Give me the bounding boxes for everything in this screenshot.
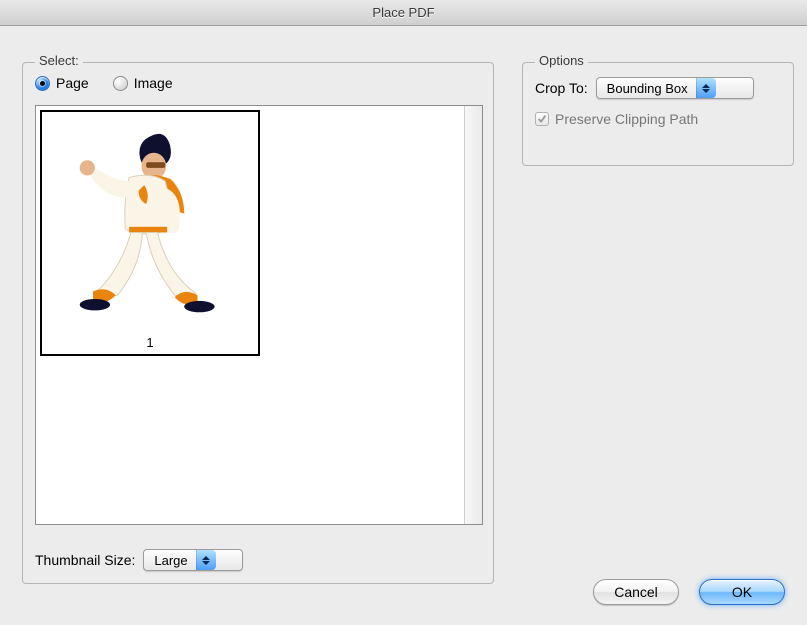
preserve-row: Preserve Clipping Path [535,111,698,127]
cancel-button-label: Cancel [614,584,658,600]
window-titlebar: Place PDF [0,0,807,26]
cancel-button[interactable]: Cancel [593,579,679,605]
options-legend: Options [535,53,588,68]
preserve-checkbox [535,112,549,126]
select-mode-row: Page Image [35,75,173,91]
image-radio[interactable]: Image [113,75,173,91]
artwork-icon [55,128,245,318]
options-group: Options Crop To: Bounding Box Preserve C… [522,62,794,166]
radio-indicator-icon [35,76,50,91]
preserve-label: Preserve Clipping Path [555,111,698,127]
thumbnail-image [42,112,258,334]
select-legend: Select: [35,53,83,68]
page-thumbnails[interactable]: 1 [35,105,483,525]
dialog-buttons: Cancel OK [593,579,785,605]
window-title: Place PDF [372,5,434,20]
crop-to-label: Crop To: [535,80,588,96]
page-radio[interactable]: Page [35,75,89,91]
popup-stepper-icon [196,550,216,570]
scrollbar[interactable] [464,106,482,524]
popup-stepper-icon [696,78,716,98]
page-radio-label: Page [56,75,89,91]
crop-to-row: Crop To: Bounding Box [535,77,754,99]
thumbnail-size-popup[interactable]: Large [143,549,243,571]
check-icon [537,114,547,124]
thumbnail-size-row: Thumbnail Size: Large [35,549,243,571]
crop-to-value: Bounding Box [607,81,696,96]
select-group: Select: Page Image [22,62,494,584]
ok-button-label: OK [732,584,752,600]
dialog-body: Select: Page Image [0,26,807,625]
thumbnail-size-label: Thumbnail Size: [35,552,135,568]
thumbnail-size-value: Large [154,553,195,568]
page-thumbnail-1[interactable]: 1 [40,110,260,356]
crop-to-popup[interactable]: Bounding Box [596,77,754,99]
radio-indicator-icon [113,76,128,91]
image-radio-label: Image [134,75,173,91]
ok-button[interactable]: OK [699,579,785,605]
thumbnail-page-number: 1 [42,334,258,350]
